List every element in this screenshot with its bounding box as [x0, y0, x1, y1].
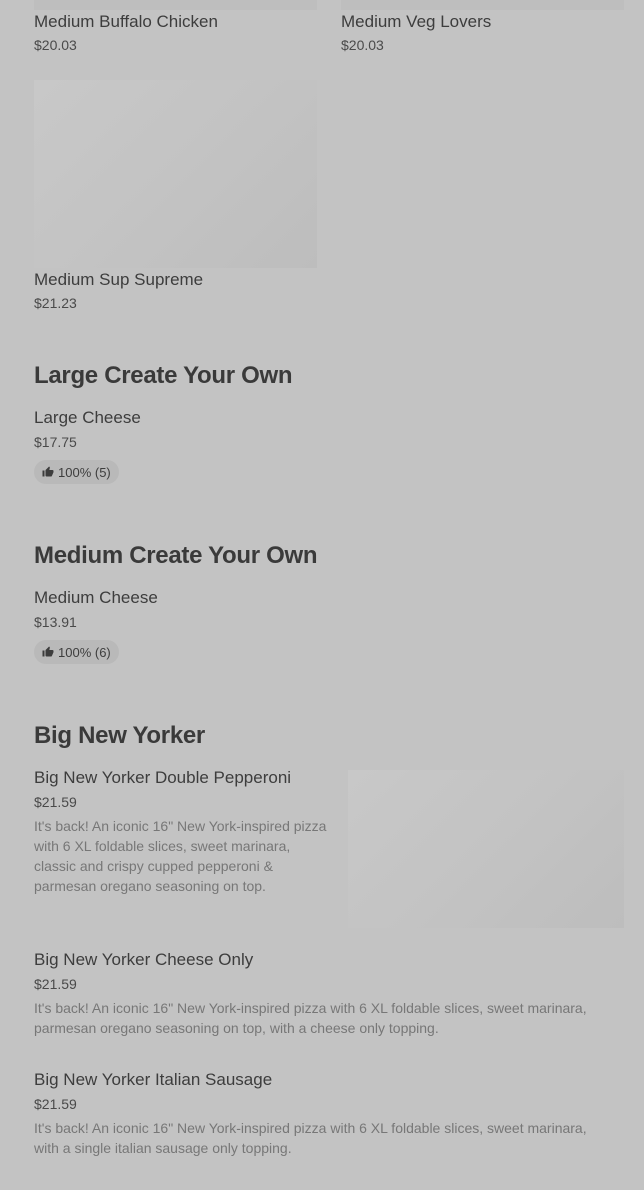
rating-badge: 100% (5) — [34, 460, 119, 484]
menu-item-medium-veg-lovers[interactable]: Medium Veg Lovers $20.03 — [341, 12, 624, 54]
menu-item-big-new-yorker-double-pepperoni[interactable]: Big New Yorker Double Pepperoni $21.59 I… — [34, 768, 332, 896]
item-name: Medium Veg Lovers — [341, 12, 492, 31]
item-price: $20.03 — [34, 37, 77, 53]
item-name: Medium Buffalo Chicken — [34, 12, 218, 31]
item-description: It's back! An iconic 16" New York-inspir… — [34, 818, 327, 894]
item-name: Medium Sup Supreme — [34, 270, 204, 289]
rating-text: 100% (5) — [58, 464, 111, 480]
rating-text: 100% (6) — [58, 644, 111, 660]
item-description: It's back! An iconic 16" New York-inspir… — [34, 1000, 587, 1036]
item-name: Big New Yorker Double Pepperoni — [34, 768, 292, 787]
item-price: $20.03 — [341, 37, 384, 53]
menu-item-big-new-yorker-cheese-only[interactable]: Big New Yorker Cheese Only $21.59 It's b… — [34, 950, 609, 1038]
item-name: Big New Yorker Cheese Only — [34, 950, 254, 969]
section-title-medium-create-your-own: Medium Create Your Own — [34, 542, 318, 569]
menu-item-medium-cheese[interactable]: Medium Cheese $13.91 100% (6) — [34, 588, 624, 664]
item-price: $21.59 — [34, 1096, 77, 1112]
thumbs-up-icon — [42, 646, 54, 657]
item-image-medium-veg-lovers[interactable] — [341, 0, 624, 10]
menu-item-big-new-yorker-italian-sausage[interactable]: Big New Yorker Italian Sausage $21.59 It… — [34, 1070, 609, 1158]
item-price: $13.91 — [34, 614, 77, 630]
item-price: $21.23 — [34, 295, 77, 311]
item-image-big-new-yorker-double-pepperoni[interactable] — [348, 770, 624, 928]
thumbs-up-icon — [42, 466, 54, 477]
menu-item-large-cheese[interactable]: Large Cheese $17.75 100% (5) — [34, 408, 624, 484]
item-description: It's back! An iconic 16" New York-inspir… — [34, 1120, 587, 1156]
item-image-medium-sup-supreme[interactable] — [34, 80, 317, 268]
item-name: Big New Yorker Italian Sausage — [34, 1070, 273, 1089]
item-image-medium-buffalo-chicken[interactable] — [34, 0, 317, 10]
section-title-big-new-yorker: Big New Yorker — [34, 722, 205, 749]
menu-item-medium-sup-supreme[interactable]: Medium Sup Supreme $21.23 — [34, 270, 317, 312]
item-name: Large Cheese — [34, 408, 141, 427]
rating-badge: 100% (6) — [34, 640, 119, 664]
item-price: $21.59 — [34, 794, 77, 810]
item-price: $17.75 — [34, 434, 77, 450]
section-title-large-create-your-own: Large Create Your Own — [34, 362, 293, 389]
item-price: $21.59 — [34, 976, 77, 992]
menu-item-medium-buffalo-chicken[interactable]: Medium Buffalo Chicken $20.03 — [34, 12, 317, 54]
item-name: Medium Cheese — [34, 588, 158, 607]
